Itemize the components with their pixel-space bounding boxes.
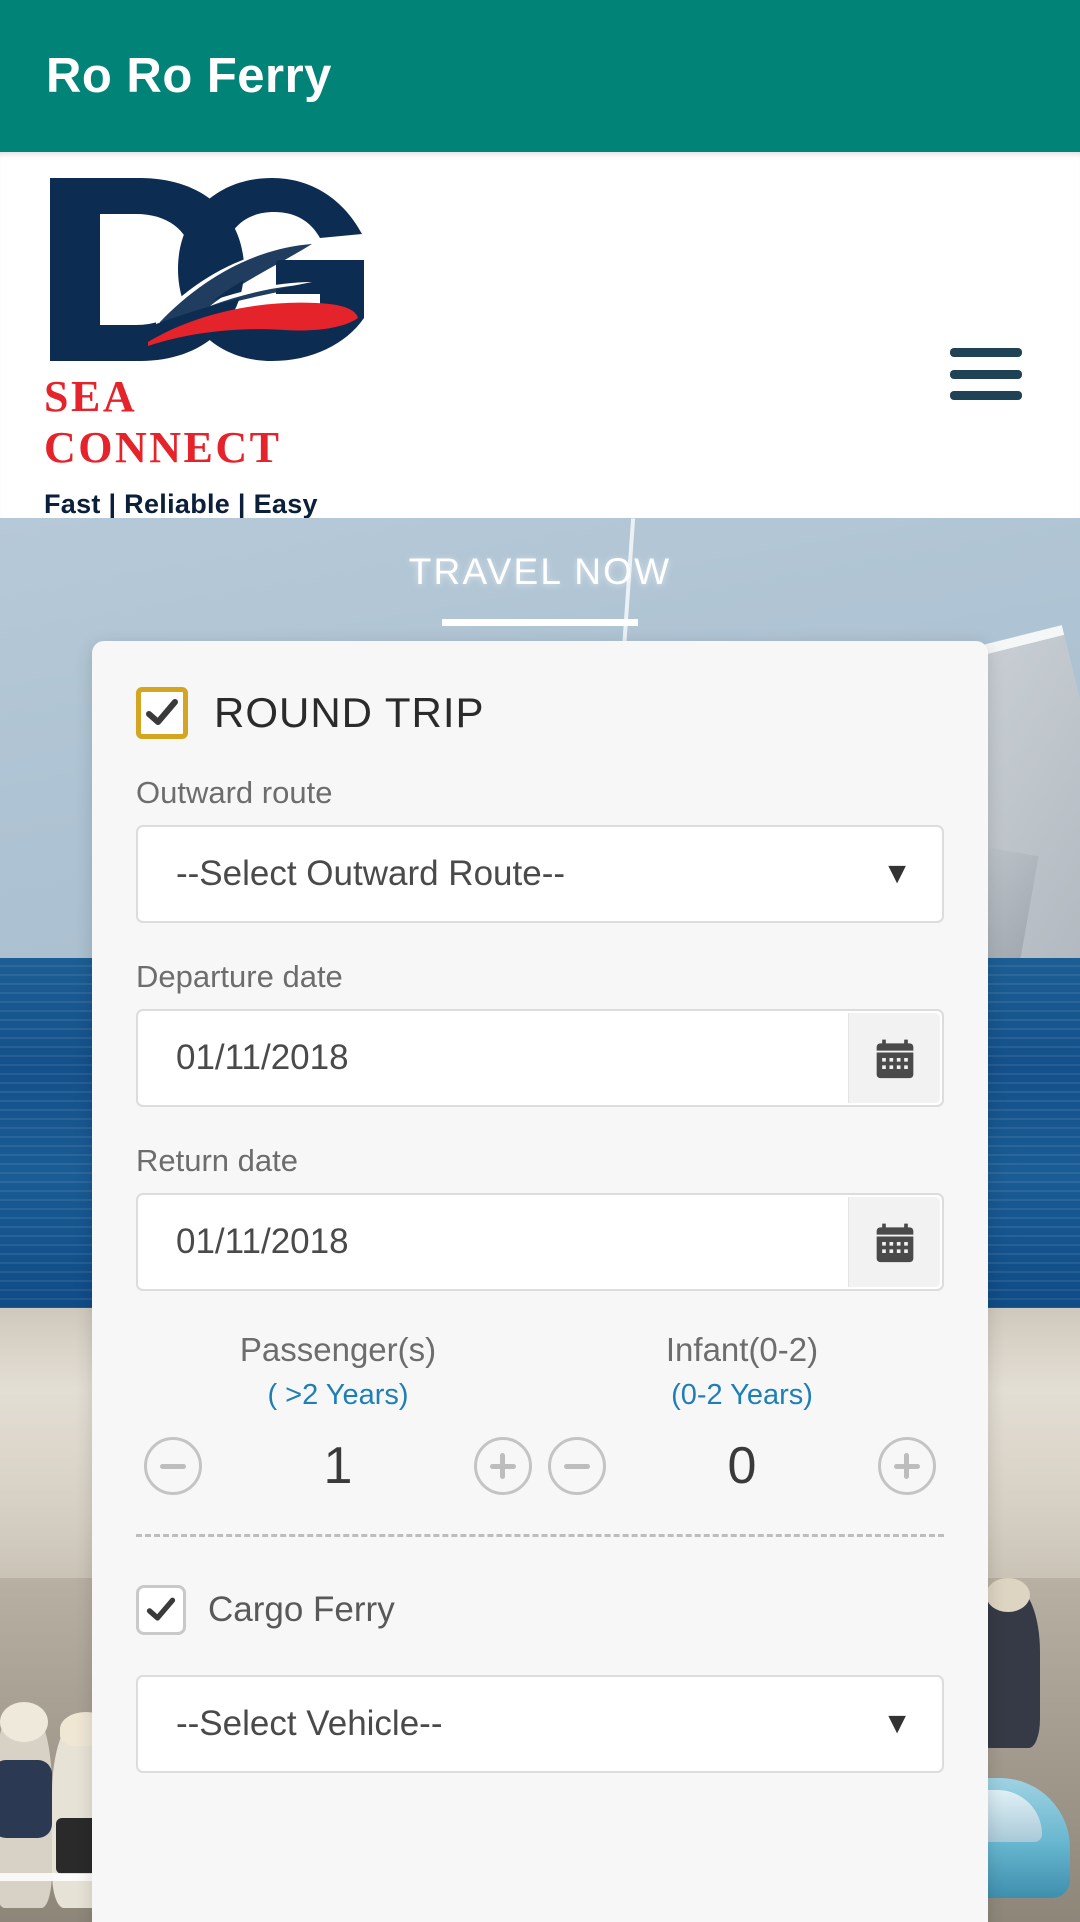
- infant-increment-button[interactable]: [877, 1437, 936, 1495]
- cargo-ferry-checkbox[interactable]: [136, 1585, 186, 1635]
- minus-icon: [564, 1463, 590, 1469]
- section-divider: [136, 1534, 944, 1537]
- minus-icon: [160, 1463, 186, 1469]
- dg-logo-icon: [44, 172, 374, 367]
- return-date-group: Return date 01/11/2018: [136, 1143, 944, 1291]
- logo-tagline: Fast | Reliable | Easy: [44, 489, 318, 519]
- passenger-title: Passenger(s): [239, 1331, 437, 1368]
- infant-stepper: 0: [540, 1436, 944, 1496]
- departure-date-value: 01/11/2018: [176, 1038, 349, 1077]
- brand-logo[interactable]: SEA CONNECT Fast | Reliable | Easy: [44, 172, 384, 520]
- departure-date-group: Departure date 01/11/2018: [136, 959, 944, 1107]
- hamburger-bar-1: [950, 348, 1022, 357]
- departure-date-field[interactable]: 01/11/2018: [136, 1009, 944, 1107]
- round-trip-checkbox[interactable]: [136, 687, 188, 739]
- tab-active-underline: [442, 619, 638, 626]
- plus-icon: [893, 1453, 920, 1479]
- infant-heading: Infant(0-2) (0-2 Years): [540, 1331, 944, 1412]
- app-title: Ro Ro Ferry: [46, 49, 332, 103]
- round-trip-label: ROUND TRIP: [214, 689, 485, 736]
- chevron-down-icon: ▼: [882, 1707, 912, 1740]
- outward-route-select[interactable]: --Select Outward Route-- ▼: [136, 825, 944, 923]
- round-trip-row[interactable]: ROUND TRIP: [136, 687, 944, 739]
- plus-bar-v: [500, 1453, 506, 1479]
- plus-icon: [489, 1453, 516, 1479]
- infant-title: Infant(0-2): [665, 1331, 819, 1368]
- check-icon: [146, 1597, 176, 1621]
- cargo-ferry-row[interactable]: Cargo Ferry: [136, 1585, 944, 1635]
- passenger-heading: Passenger(s) ( >2 Years): [136, 1331, 540, 1412]
- outward-route-group: Outward route --Select Outward Route-- ▼: [136, 775, 944, 923]
- chevron-down-icon: ▼: [882, 857, 912, 890]
- tab-travel-now-label: TRAVEL NOW: [408, 551, 672, 592]
- brand-bar: SEA CONNECT Fast | Reliable | Easy: [0, 152, 1080, 520]
- vehicle-select-value: --Select Vehicle--: [176, 1704, 443, 1743]
- check-icon: [146, 699, 178, 725]
- vehicle-select-group: --Select Vehicle-- ▼: [136, 1675, 944, 1773]
- plus-bar-v: [904, 1453, 910, 1479]
- outward-route-value: --Select Outward Route--: [176, 854, 566, 893]
- return-calendar-icon[interactable]: [848, 1197, 940, 1287]
- cargo-ferry-label: Cargo Ferry: [208, 1590, 395, 1629]
- app-header: Ro Ro Ferry: [0, 0, 1080, 152]
- hamburger-bar-2: [950, 369, 1022, 379]
- infant-count-value: 0: [727, 1437, 757, 1495]
- outward-route-label: Outward route: [136, 775, 333, 810]
- passenger-stepper: 1: [136, 1436, 540, 1496]
- booking-form-card: ROUND TRIP Outward route --Select Outwar…: [92, 641, 988, 1922]
- passenger-decrement-button[interactable]: [144, 1437, 202, 1495]
- passenger-count-value: 1: [323, 1437, 353, 1495]
- hamburger-bar-3: [950, 391, 1022, 400]
- return-date-field[interactable]: 01/11/2018: [136, 1193, 944, 1291]
- passenger-increment-button[interactable]: [473, 1437, 532, 1495]
- departure-date-label: Departure date: [136, 959, 343, 994]
- tab-travel-now[interactable]: TRAVEL NOW: [0, 551, 1080, 626]
- passenger-counters: Passenger(s) ( >2 Years) Infant(0-2) (0-…: [136, 1331, 944, 1496]
- return-date-value: 01/11/2018: [176, 1222, 349, 1261]
- departure-calendar-icon[interactable]: [848, 1013, 940, 1103]
- infant-decrement-button[interactable]: [548, 1437, 606, 1495]
- passenger-subtitle: ( >2 Years): [267, 1379, 409, 1411]
- counter-headings: Passenger(s) ( >2 Years) Infant(0-2) (0-…: [136, 1331, 944, 1412]
- infant-subtitle: (0-2 Years): [671, 1379, 813, 1411]
- hero-section: TRAVEL NOW ROUND TRIP Outward route --Se…: [0, 518, 1080, 1922]
- logo-sea-connect-text: SEA CONNECT: [44, 372, 282, 472]
- counter-controls: 1 0: [136, 1436, 944, 1496]
- hamburger-icon[interactable]: [950, 348, 1022, 400]
- app-screen: Ro Ro Ferry SEA CONNECT Fast | Reliable …: [0, 0, 1080, 1922]
- vehicle-select[interactable]: --Select Vehicle-- ▼: [136, 1675, 944, 1773]
- return-date-label: Return date: [136, 1143, 298, 1178]
